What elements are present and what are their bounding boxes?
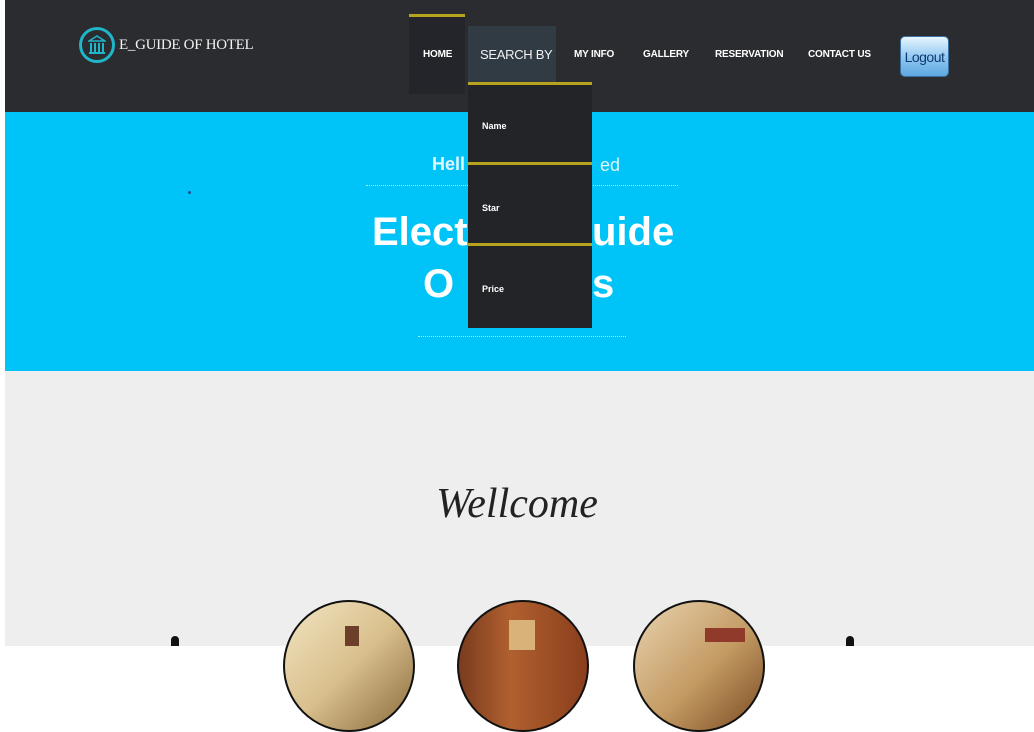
dropdown-item-name[interactable]: Name [468, 82, 592, 164]
hero-greeting-start: Hell [432, 154, 466, 174]
site-logo[interactable]: E_GUIDE OF HOTEL [79, 27, 254, 63]
hero-greeting-end: ed [600, 155, 621, 175]
search-by-dropdown: Name Star Price [468, 82, 592, 328]
hero-title-line2-end: s [592, 262, 615, 306]
dropdown-item-star[interactable]: Star [468, 162, 592, 244]
dropdown-item-label: Name [482, 121, 507, 131]
gallery-circle-room-2[interactable] [457, 600, 589, 732]
nav-my-info[interactable]: MY INFO [574, 49, 614, 60]
room-frame-shape [705, 628, 745, 642]
nav-contact-us[interactable]: CONTACT US [808, 49, 871, 60]
welcome-heading: Wellcome [436, 481, 598, 527]
hero-title-line1-start: Elect [372, 210, 468, 254]
dropdown-item-label: Price [482, 284, 505, 294]
hero-title-line1-end: uide [592, 210, 675, 254]
nav-search-by[interactable]: SEARCH BY [480, 47, 553, 62]
room-frame-shape [345, 626, 359, 646]
dropdown-item-label: Star [482, 203, 500, 213]
hero-title-line2-start: O [423, 262, 455, 306]
gallery-circle-room-1[interactable] [283, 600, 415, 732]
nav-gallery[interactable]: GALLERY [643, 49, 689, 60]
nav-home[interactable]: HOME [423, 49, 452, 60]
logo-text: E_GUIDE OF HOTEL [119, 36, 254, 53]
logout-button[interactable]: Logout [900, 36, 949, 77]
hero-dot [188, 191, 191, 194]
hotel-building-icon [79, 27, 115, 63]
gallery-circle-room-3[interactable] [633, 600, 765, 732]
decor-ornament-right [846, 636, 854, 646]
hero-divider-bottom [418, 336, 626, 337]
decor-ornament-left [171, 636, 179, 646]
nav-reservation[interactable]: RESERVATION [715, 49, 784, 60]
dropdown-item-price[interactable]: Price [468, 243, 592, 325]
